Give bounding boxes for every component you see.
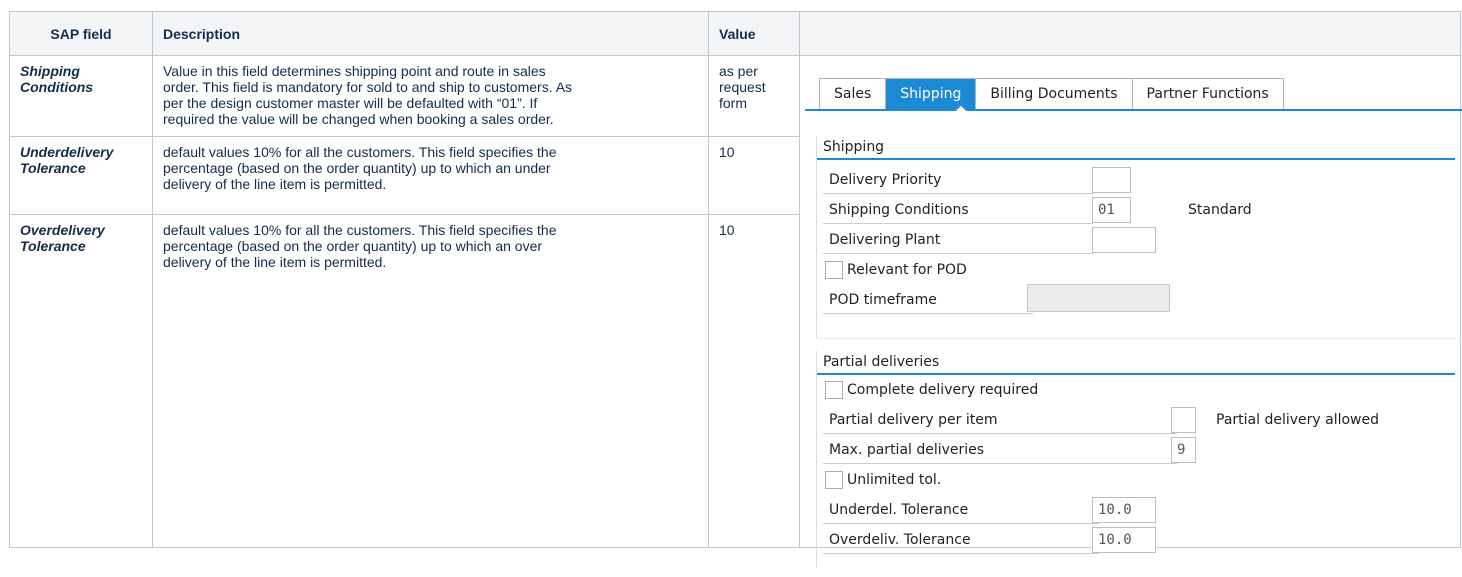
delivery-priority-input[interactable] xyxy=(1092,167,1131,193)
field-name: Underdelivery Tolerance xyxy=(9,136,153,215)
shipping-conditions-label: Shipping Conditions xyxy=(823,198,1093,224)
tab-billing-documents[interactable]: Billing Documents xyxy=(976,79,1133,110)
field-name: Overdelivery Tolerance xyxy=(9,214,153,548)
underdel-tolerance-label: Underdel. Tolerance xyxy=(823,498,1099,524)
field-description: default values 10% for all the customers… xyxy=(152,136,709,215)
relevant-pod-checkbox[interactable] xyxy=(825,261,843,279)
field-description: Value in this field determines shipping … xyxy=(152,55,709,137)
unlimited-tol-label: Unlimited tol. xyxy=(847,472,942,488)
partial-per-item-label: Partial delivery per item xyxy=(823,408,1177,434)
group-title-partial-deliveries: Partial deliveries xyxy=(817,351,1455,375)
header-screenshot xyxy=(799,11,1461,56)
tab-sales[interactable]: Sales xyxy=(820,79,887,110)
table-header-row: SAP field Description Value xyxy=(9,11,1461,56)
delivering-plant-input[interactable] xyxy=(1092,227,1156,253)
partial-deliveries-group: Partial deliveries Complete delivery req… xyxy=(816,351,1457,568)
tab-underline xyxy=(805,109,1462,111)
tab-partner-functions[interactable]: Partner Functions xyxy=(1132,79,1283,110)
field-value: 10 xyxy=(708,214,800,548)
relevant-pod-label: Relevant for POD xyxy=(847,262,967,278)
pod-timeframe-label: POD timeframe xyxy=(823,288,1033,314)
max-partial-deliveries-input[interactable]: 9 xyxy=(1171,437,1196,463)
delivery-priority-label: Delivery Priority xyxy=(823,168,1093,194)
partial-per-item-description: Partial delivery allowed xyxy=(1216,412,1379,428)
header-description: Description xyxy=(152,11,709,56)
header-value: Value xyxy=(708,11,800,56)
tab-strip: Sales Shipping Billing Documents Partner… xyxy=(819,78,1284,111)
group-title-shipping: Shipping xyxy=(817,136,1455,160)
field-name: Shipping Conditions xyxy=(9,55,153,137)
sap-customer-shipping-screen: Sales Shipping Billing Documents Partner… xyxy=(800,56,1462,568)
field-value: 10 xyxy=(708,136,800,215)
shipping-conditions-input[interactable]: 01 xyxy=(1092,197,1131,223)
table-row: Shipping Conditions Value in this field d… xyxy=(9,55,1462,568)
pod-timeframe-input xyxy=(1027,284,1170,312)
delivering-plant-label: Delivering Plant xyxy=(823,228,1093,254)
header-sap-field: SAP field xyxy=(9,11,153,56)
sap-field-table: SAP field Description Value Shipping Cond… xyxy=(9,11,1462,568)
field-value: as per request form xyxy=(708,55,800,137)
unlimited-tol-checkbox[interactable] xyxy=(825,471,843,489)
shipping-group: Shipping Delivery Priority Shipping Cond… xyxy=(816,136,1457,339)
field-description: default values 10% for all the customers… xyxy=(152,214,709,548)
shipping-conditions-description: Standard xyxy=(1188,202,1252,218)
partial-per-item-input[interactable] xyxy=(1171,407,1196,433)
sap-screenshot-cell: Sales Shipping Billing Documents Partner… xyxy=(799,55,1462,568)
overdeliv-tolerance-label: Overdeliv. Tolerance xyxy=(823,528,1099,554)
overdeliv-tolerance-input[interactable]: 10.0 xyxy=(1092,527,1156,553)
complete-delivery-checkbox[interactable] xyxy=(825,381,843,399)
complete-delivery-label: Complete delivery required xyxy=(847,382,1039,398)
max-partial-deliveries-label: Max. partial deliveries xyxy=(823,438,1177,464)
underdel-tolerance-input[interactable]: 10.0 xyxy=(1092,497,1156,523)
